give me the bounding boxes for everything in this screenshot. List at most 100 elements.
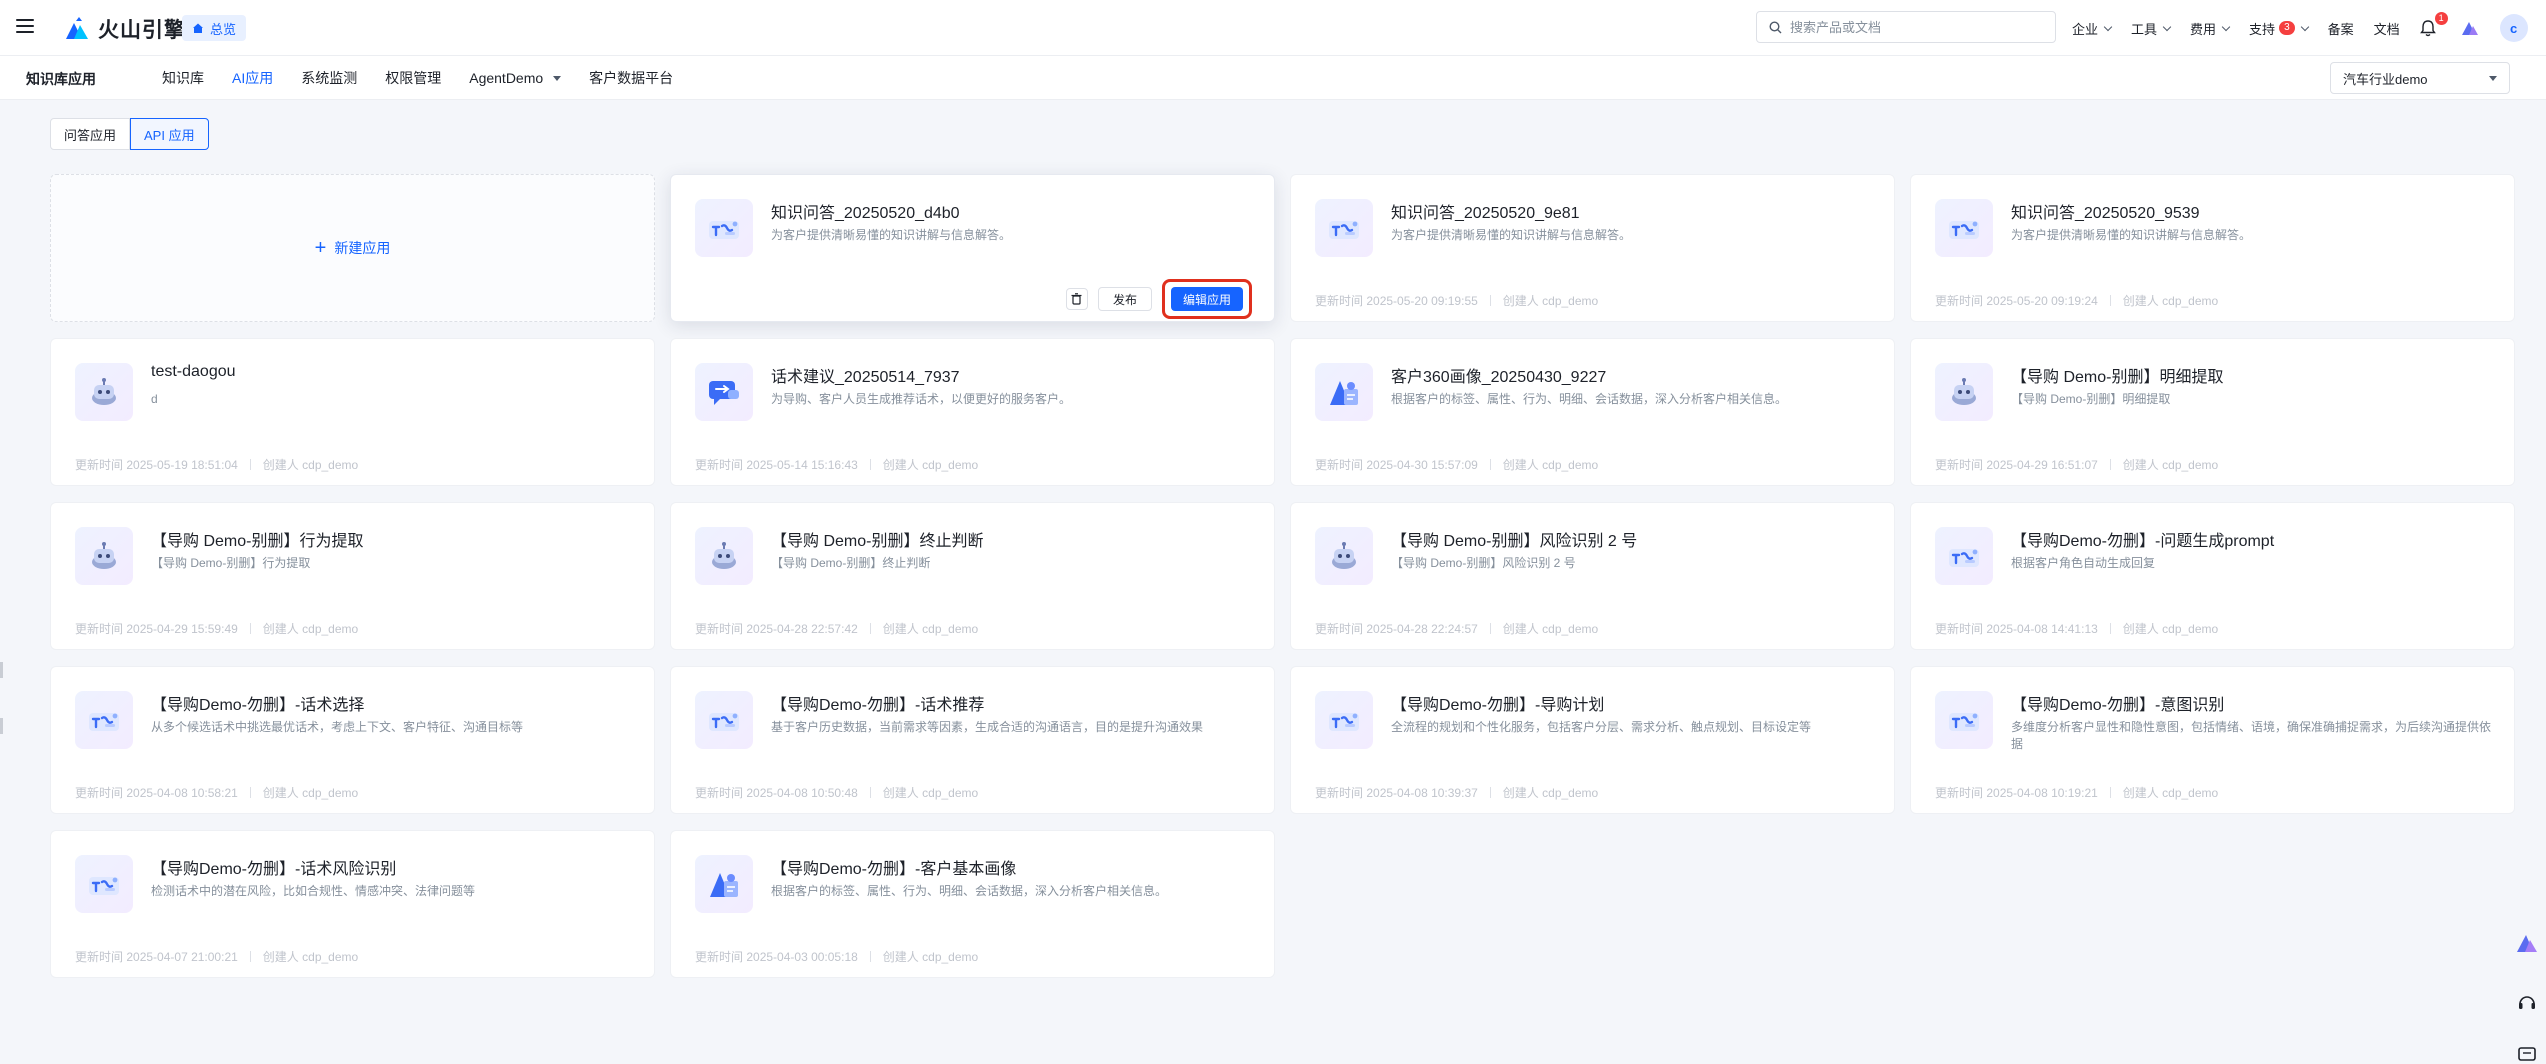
updated-time: 更新时间 2025-04-03 00:05:18 (695, 948, 858, 965)
nav-billing[interactable]: 费用 (2190, 19, 2231, 38)
app-card[interactable]: 【导购 Demo-别删】终止判断 【导购 Demo-别删】终止判断 更新时间 202… (670, 502, 1275, 650)
edit-button-highlight: 编辑应用 (1161, 279, 1252, 319)
app-card[interactable]: 【导购Demo-勿删】-客户基本画像根据客户的标签、属性、行为、明细、会话数据，… (670, 830, 1275, 978)
meta-divider (869, 623, 871, 634)
app-description: 基于客户历史数据，当前需求等因素，生成合适的沟通语言，目的是提升沟通效果 (771, 720, 1204, 734)
app-card[interactable]: 【导购Demo-勿删】-导购计划 全流程的规划和个性化服务，包括客户分层、需求分析… (1290, 666, 1895, 814)
updated-time: 更新时间 2025-04-08 10:50:48 (695, 784, 858, 801)
app-description: 根据客户的标签、属性、行为、明细、会话数据，深入分析客户相关信息。 (771, 884, 1168, 898)
updated-prefix: 更新时间 (1935, 458, 1984, 472)
creator-prefix: 创建人 (262, 622, 299, 636)
tab-permissions[interactable]: 权限管理 (385, 56, 441, 100)
app-meta: 更新时间 2025-04-28 22:57:42 创建人 cdp_demo (695, 620, 978, 637)
app-card[interactable]: 知识问答_20250520_d4b0 为客户提供清晰易懂的知识讲解与信息解答。 发布… (670, 174, 1275, 322)
app-card[interactable]: 【导购Demo-勿删】-话术风险识别 检测话术中的潜在风险，比如合规性、情感冲突、… (50, 830, 655, 978)
workspace-value: 汽车行业demo (2343, 71, 2428, 87)
meta-divider (869, 459, 871, 470)
app-card[interactable]: test-daogou d 更新时间 2025-05-19 18:51:04 创建人 … (50, 338, 655, 486)
nav-tools[interactable]: 工具 (2131, 19, 2172, 38)
app-description: 【导购 Demo-别删】风险识别 2 号 (1391, 556, 1576, 570)
creator: 创建人 cdp_demo (1503, 292, 1598, 309)
updated-value: 2025-05-19 18:51:04 (126, 458, 238, 472)
creator-prefix: 创建人 (2122, 458, 2159, 472)
ai-assistant-icon (2517, 935, 2537, 952)
app-type-segment: 问答应用 API 应用 (50, 118, 209, 150)
app-card[interactable]: 【导购Demo-勿删】-意图识别 多维度分析客户显性和隐性意图，包括情绪、语境，确… (1910, 666, 2515, 814)
meta-divider (249, 623, 251, 634)
new-app-card[interactable]: + 新建应用 (50, 174, 655, 322)
hamburger-menu-icon[interactable] (16, 16, 36, 36)
app-card[interactable]: 【导购 Demo-别删】明细提取 【导购 Demo-别删】明细提取 更新时间 202… (1910, 338, 2515, 486)
bell-icon (2419, 20, 2436, 37)
app-card[interactable]: 知识问答_20250520_9539 为客户提供清晰易懂的知识讲解与信息解答。 更新… (1910, 174, 2515, 322)
qa-icon (695, 691, 753, 749)
brand-logo[interactable]: 火山引擎 (64, 14, 186, 44)
workspace-select[interactable]: 汽车行业demo (2330, 62, 2510, 94)
delete-button[interactable] (1065, 288, 1088, 310)
app-meta: 更新时间 2025-04-30 15:57:09 创建人 cdp_demo (1315, 456, 1598, 473)
creator: 创建人 cdp_demo (883, 456, 978, 473)
caret-down-icon (2489, 76, 2497, 81)
tab-customer-data-platform[interactable]: 客户数据平台 (589, 56, 673, 100)
ai-assistant-button[interactable] (2460, 19, 2480, 37)
overview-button[interactable]: 总览 (182, 15, 247, 41)
user-avatar[interactable]: c (2499, 14, 2528, 42)
feedback-button[interactable] (2512, 1040, 2542, 1064)
ai-assistant-float-button[interactable] (2512, 928, 2542, 958)
app-card-actions: 发布 编辑应用 (1065, 279, 1252, 319)
tab-knowledge-base[interactable]: 知识库 (162, 56, 204, 100)
creator-prefix: 创建人 (1502, 786, 1539, 800)
nav-docs[interactable]: 文档 (2374, 19, 2400, 38)
nav-support[interactable]: 支持 3 (2249, 19, 2309, 38)
creator-value: cdp_demo (302, 622, 359, 636)
app-meta: 更新时间 2025-05-19 18:51:04 创建人 cdp_demo (75, 456, 358, 473)
creator-value: cdp_demo (302, 786, 359, 800)
tab-system-monitor[interactable]: 系统监测 (301, 56, 357, 100)
edit-app-button[interactable]: 编辑应用 (1170, 287, 1243, 311)
creator: 创建人 cdp_demo (883, 784, 978, 801)
app-card[interactable]: 【导购 Demo-别删】行为提取 【导购 Demo-别删】行为提取 更新时间 202… (50, 502, 655, 650)
tab-agent-demo[interactable]: AgentDemo (469, 56, 562, 100)
nav-enterprise[interactable]: 企业 (2072, 19, 2113, 38)
updated-time: 更新时间 2025-04-29 15:59:49 (75, 620, 238, 637)
nav-billing-label: 费用 (2190, 21, 2217, 37)
updated-prefix: 更新时间 (75, 786, 124, 800)
top-bar: 火山引擎 总览 企业 工具 费用 支持3 备案 文档 1 c (0, 0, 2546, 56)
creator-prefix: 创建人 (1502, 458, 1539, 472)
creator-value: cdp_demo (302, 950, 359, 964)
nav-enterprise-label: 企业 (2072, 21, 2099, 37)
app-title: 【导购Demo-勿删】-问题生成prompt (2011, 533, 2275, 550)
creator-value: cdp_demo (922, 622, 979, 636)
updated-time: 更新时间 2025-04-30 15:57:09 (1315, 456, 1478, 473)
app-meta: 更新时间 2025-04-08 14:41:13 创建人 cdp_demo (1935, 620, 2218, 637)
left-edge-handle[interactable] (0, 718, 3, 734)
customer-service-button[interactable] (2512, 988, 2542, 1018)
left-edge-handle[interactable] (0, 662, 3, 678)
app-title: 【导购Demo-勿删】-客户基本画像 (771, 861, 1017, 878)
publish-button[interactable]: 发布 (1097, 287, 1152, 311)
tab-ai-apps[interactable]: AI应用 (232, 56, 273, 100)
creator: 创建人 cdp_demo (2123, 292, 2218, 309)
app-card[interactable]: 知识问答_20250520_9e81 为客户提供清晰易懂的知识讲解与信息解答。 更新… (1290, 174, 1895, 322)
tab-agent-demo-label: AgentDemo (469, 70, 544, 86)
meta-divider (869, 951, 871, 962)
nav-filing[interactable]: 备案 (2328, 19, 2354, 38)
app-title: 【导购Demo-勿删】-导购计划 (1391, 697, 1605, 714)
app-card[interactable]: 【导购 Demo-别删】风险识别 2 号【导购 Demo-别删】风险识别 2 号… (1290, 502, 1895, 650)
app-card[interactable]: 话术建议_20250514_7937 为导购、客户人员生成推荐话术，以便更好的服务… (670, 338, 1275, 486)
segment-api-apps[interactable]: API 应用 (130, 118, 209, 150)
robot-icon (75, 527, 133, 585)
app-card[interactable]: 【导购Demo-勿删】-问题生成prompt 根据客户角色自动生成回复 更新时间 2… (1910, 502, 2515, 650)
segment-qa-apps[interactable]: 问答应用 (50, 118, 131, 150)
app-card[interactable]: 客户360画像_20250430_9227 根据客户的标签、属性、行为、明细、会话… (1290, 338, 1895, 486)
updated-value: 2025-04-08 14:41:13 (1986, 622, 2098, 636)
search-input[interactable] (1790, 19, 2040, 35)
creator-value: cdp_demo (922, 458, 979, 472)
notifications-button[interactable]: 1 (2419, 12, 2448, 38)
product-search[interactable] (1756, 11, 2056, 43)
app-card[interactable]: 【导购Demo-勿删】-话术选择 从多个候选话术中挑选最优话术，考虑上下文、客户特… (50, 666, 655, 814)
app-description: 多维度分析客户显性和隐性意图，包括情绪、语境，确保准确捕捉需求，为后续沟通提供依… (2011, 720, 2492, 751)
nav-tools-label: 工具 (2131, 21, 2158, 37)
app-card[interactable]: 【导购Demo-勿删】-话术推荐 基于客户历史数据，当前需求等因素，生成合适的沟通… (670, 666, 1275, 814)
meta-divider (2109, 787, 2111, 798)
